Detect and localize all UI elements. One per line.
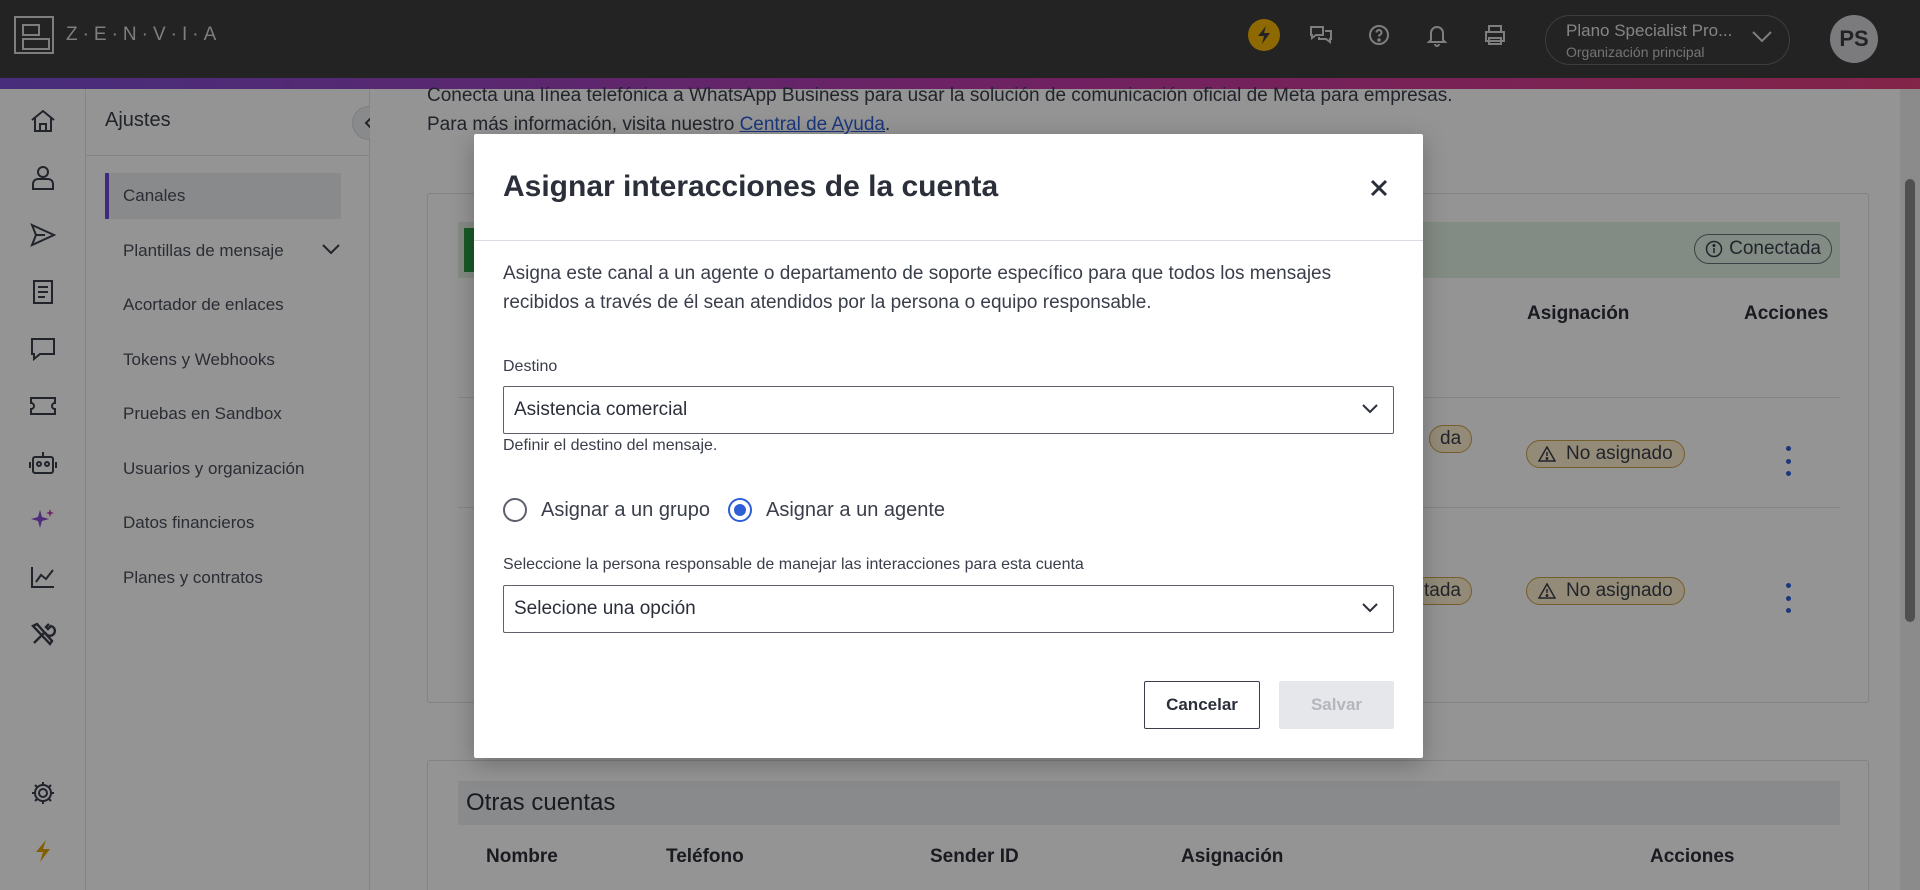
chevron-down-icon xyxy=(1362,603,1378,613)
close-button[interactable] xyxy=(1365,174,1393,202)
destino-value: Asistencia comercial xyxy=(514,399,688,420)
radio-assign-group[interactable]: Asignar a un grupo xyxy=(503,498,710,522)
destino-label: Destino xyxy=(503,358,558,375)
chevron-down-icon xyxy=(1362,404,1378,414)
radio-unchecked-icon xyxy=(503,498,527,522)
destino-select[interactable]: Asistencia comercial xyxy=(503,386,1394,434)
responsable-placeholder: Selecione una opción xyxy=(514,598,696,619)
assign-interactions-modal: Asignar interacciones de la cuenta Asign… xyxy=(474,134,1423,758)
close-icon xyxy=(1370,179,1388,197)
radio-assign-agent[interactable]: Asignar a un agente xyxy=(728,498,945,522)
responsable-select[interactable]: Selecione una opción xyxy=(503,585,1394,633)
destino-helper: Definir el destino del mensaje. xyxy=(503,437,718,454)
responsable-label: Seleccione la persona responsable de man… xyxy=(503,556,1084,573)
cancel-button[interactable]: Cancelar xyxy=(1144,681,1260,729)
save-button[interactable]: Salvar xyxy=(1279,681,1394,729)
radio-checked-icon xyxy=(728,498,753,522)
modal-description: Asigna este canal a un agente o departam… xyxy=(503,263,1332,313)
assign-type-radio-group: Asignar a un grupo Asignar a un agente xyxy=(503,498,945,522)
modal-title: Asignar interacciones de la cuenta xyxy=(503,170,999,203)
modal-header: Asignar interacciones de la cuenta xyxy=(474,134,1423,241)
